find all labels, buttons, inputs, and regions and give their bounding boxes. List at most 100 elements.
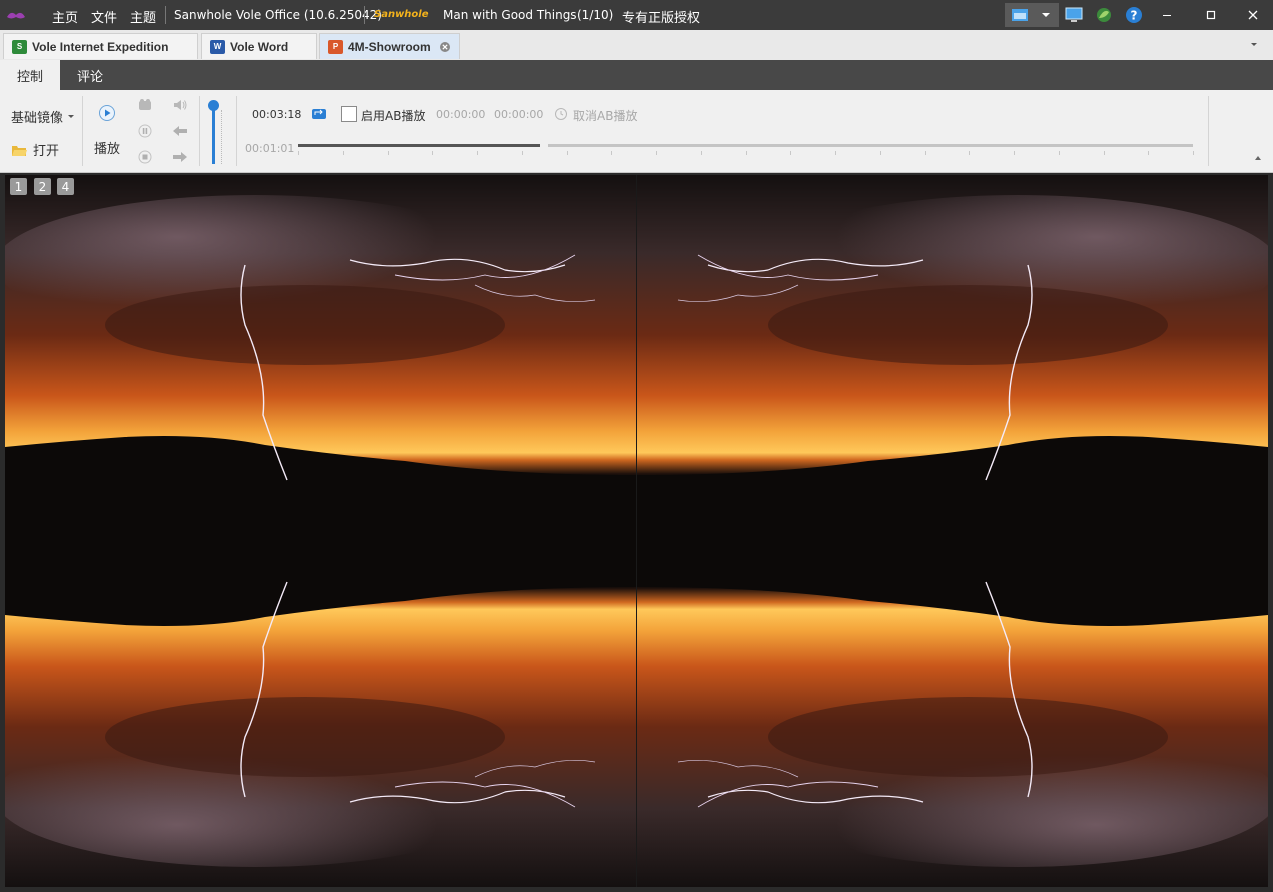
progress-tick	[1014, 151, 1015, 155]
stop-icon[interactable]	[138, 150, 152, 164]
svg-text:?: ?	[1131, 9, 1138, 23]
elapsed-time: 00:01:01	[245, 142, 295, 155]
mirror-dropdown[interactable]: 基础镜像	[11, 107, 75, 126]
record-icon[interactable]	[137, 98, 153, 112]
chevron-down-icon	[68, 114, 75, 118]
tab-4m-showroom[interactable]: P 4M-Showroom	[319, 33, 460, 59]
progress-tick	[656, 151, 657, 155]
maximize-button[interactable]	[1199, 3, 1223, 27]
play-icon	[99, 105, 115, 121]
video-quadrant-bottom-right	[637, 531, 1268, 887]
tab-label: Vole Word	[230, 39, 289, 54]
progress-ticks	[298, 151, 1194, 157]
layout-1-button[interactable]: 1	[10, 178, 27, 195]
ribbon-tab-bar: 控制 评论	[0, 60, 1273, 90]
progress-tick	[1193, 151, 1194, 155]
word-doc-icon: W	[210, 39, 225, 54]
play-button[interactable]: 播放	[90, 102, 124, 160]
clock-icon	[555, 108, 567, 120]
monitor-button[interactable]	[1063, 3, 1085, 27]
brand-logo: Sanwhole	[374, 9, 429, 20]
cancel-ab-button[interactable]: 取消AB播放	[573, 107, 637, 124]
open-label: 打开	[33, 144, 60, 159]
progress-tick	[879, 151, 881, 155]
progress-tick	[298, 151, 299, 155]
quadrant-divider-vertical	[636, 175, 637, 887]
progress-remaining	[547, 144, 1193, 147]
maximize-icon	[1206, 10, 1216, 20]
divider	[1208, 96, 1209, 166]
loop-icon[interactable]	[311, 107, 327, 121]
layout-4-button[interactable]: 4	[57, 178, 74, 195]
progress-tick	[611, 151, 613, 155]
app-title: Sanwhole Vole Office (10.6.25042)	[174, 8, 382, 22]
layout-icon	[1012, 9, 1028, 21]
video-quadrant-bottom-left	[5, 531, 636, 887]
mirror-label: 基础镜像	[11, 111, 64, 126]
title-bar: 主页 文件 主题 Sanwhole Vole Office (10.6.2504…	[0, 0, 1273, 30]
menu-theme[interactable]: 主题	[130, 7, 156, 26]
current-time: 00:03:18	[252, 108, 302, 121]
progress-tick	[835, 151, 836, 155]
video-quadrant-top-right	[637, 175, 1268, 531]
document-tab-bar: S Vole Internet Expedition W Vole Word P…	[0, 30, 1273, 61]
page-counter: (1/10)	[577, 8, 614, 22]
progress-tick	[521, 151, 523, 155]
close-tab-icon[interactable]	[439, 41, 451, 53]
tab-comments[interactable]: 评论	[60, 60, 120, 90]
divider	[364, 6, 365, 24]
leaf-icon	[1097, 8, 1111, 22]
skin-button[interactable]	[1093, 3, 1115, 27]
progress-tick	[969, 151, 971, 155]
pause-icon[interactable]	[138, 124, 152, 138]
help-icon: ?	[1126, 7, 1142, 23]
collapse-ribbon-icon[interactable]	[1253, 154, 1263, 162]
progress-tick	[387, 151, 389, 155]
ribbon-panel: 基础镜像 打开 播放 00:03:18 启用AB播放 00:00:00 00:0…	[0, 90, 1273, 173]
divider	[236, 96, 237, 166]
spreadsheet-icon: S	[12, 39, 27, 54]
progress-tick	[1148, 151, 1150, 155]
tab-list-dropdown-icon[interactable]	[1248, 40, 1260, 50]
progress-tick	[1103, 151, 1105, 155]
tab-internet-expedition[interactable]: S Vole Internet Expedition	[3, 33, 198, 59]
volume-fill	[212, 105, 215, 164]
tab-label: 4M-Showroom	[348, 39, 431, 54]
presentation-icon: P	[328, 39, 343, 54]
document-title: Man with Good Things	[443, 8, 577, 22]
menu-file[interactable]: 文件	[91, 7, 117, 26]
progress-tick	[924, 151, 926, 155]
open-button[interactable]: 打开	[11, 140, 59, 159]
help-button[interactable]: ?	[1123, 3, 1145, 27]
ab-play-label[interactable]: 启用AB播放	[361, 107, 425, 124]
volume-knob[interactable]	[208, 100, 219, 112]
arrow-right-icon[interactable]	[172, 151, 188, 163]
play-label: 播放	[94, 142, 121, 157]
video-canvas[interactable]: 1 2 4	[5, 175, 1268, 887]
tab-control[interactable]: 控制	[0, 60, 60, 90]
tab-vole-word[interactable]: W Vole Word	[201, 33, 317, 59]
window-layout-button[interactable]	[1005, 3, 1059, 27]
volume-ticks	[221, 110, 223, 164]
layout-2-button[interactable]: 2	[34, 178, 51, 195]
progress-tick	[745, 151, 747, 155]
progress-tick	[700, 151, 702, 155]
arrow-left-icon[interactable]	[172, 125, 188, 137]
monitor-icon	[1065, 7, 1083, 22]
close-button[interactable]	[1241, 3, 1265, 27]
progress-fill	[298, 144, 540, 147]
progress-bar[interactable]	[298, 144, 1193, 147]
menu-home[interactable]: 主页	[52, 7, 78, 26]
ab-play-checkbox[interactable]	[341, 106, 357, 122]
volume-slider[interactable]	[208, 100, 219, 164]
volume-icon[interactable]	[172, 98, 188, 112]
close-icon	[1248, 10, 1258, 20]
progress-tick	[1058, 151, 1060, 155]
divider	[165, 6, 166, 24]
progress-tick	[342, 151, 344, 155]
minimize-button[interactable]	[1155, 3, 1179, 27]
progress-tick	[790, 151, 792, 155]
divider	[199, 96, 200, 166]
divider	[82, 96, 83, 166]
folder-icon	[12, 145, 27, 156]
